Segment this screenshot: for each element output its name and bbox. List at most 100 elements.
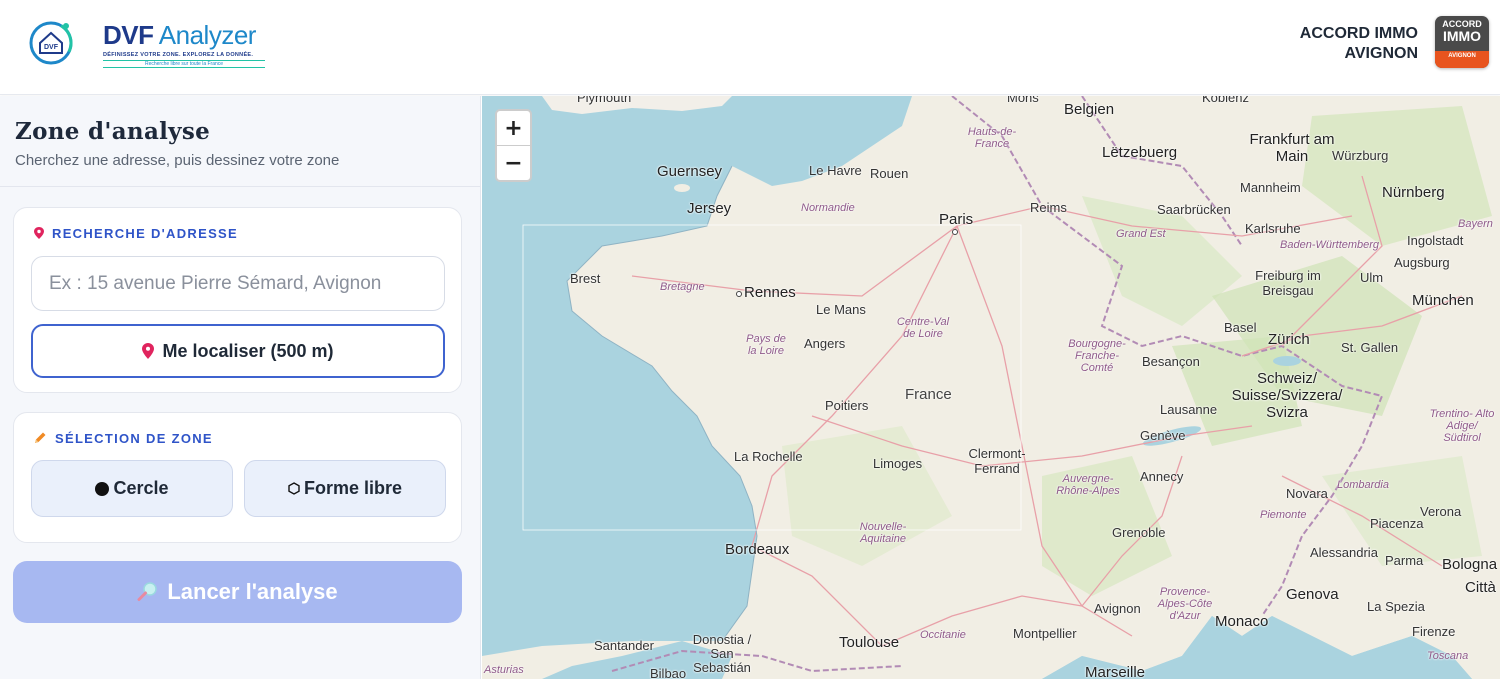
map-label: Donostia / San Sebastián [692, 632, 752, 675]
zoom-control: + − [495, 109, 532, 182]
map-label: Hauts-de-France [967, 126, 1017, 150]
map-label: La Rochelle [734, 449, 803, 464]
map-label: Koblenz [1202, 96, 1249, 105]
map-label: Le Mans [816, 302, 866, 317]
map-label: Reims [1030, 200, 1067, 215]
map-label: Le Havre [809, 163, 862, 178]
map-label: Guernsey [657, 163, 723, 180]
map-label: Besançon [1142, 354, 1200, 369]
zoom-in-button[interactable]: + [497, 111, 530, 146]
map-label: Toulouse [839, 634, 900, 651]
map-label: Lombardia [1337, 479, 1389, 491]
map-view[interactable]: + − Plymouth Guernsey Jersey Brest Breta… [482, 96, 1500, 679]
hexagon-icon [288, 482, 300, 495]
map-label: Rennes [744, 284, 796, 301]
map-label: Firenze [1412, 624, 1456, 639]
pin-icon [34, 227, 44, 242]
map-label: Basel [1224, 320, 1257, 335]
launch-analysis-label: Lancer l'analyse [167, 579, 338, 604]
map-label: La Spezia [1367, 599, 1425, 614]
agency-name: ACCORD IMMO AVIGNON [1299, 25, 1418, 62]
zone-circle-label: Cercle [113, 478, 169, 498]
locate-me-button[interactable]: Me localiser (500 m) [31, 324, 445, 378]
zoom-out-button[interactable]: − [497, 146, 530, 180]
map-label: Asturias [484, 664, 524, 676]
map-label: Bourgogne-Franche-Comté [1068, 338, 1126, 374]
map-label: Ingolstadt [1407, 233, 1464, 248]
map-label: Mons [1007, 96, 1039, 105]
map-label: Grand Est [1116, 228, 1166, 240]
launch-analysis-button[interactable]: Lancer l'analyse [13, 561, 462, 623]
map-label: Occitanie [920, 629, 966, 641]
app-logo[interactable]: DVF Analyzer DÉFINISSEZ VOTRE ZONE. EXPL… [103, 22, 273, 68]
map-label: Santander [594, 638, 654, 653]
map-label: Baden-Württemberg [1280, 239, 1380, 251]
zone-section-label: SÉLECTION DE ZONE [34, 431, 213, 447]
map-label: Frankfurt am Main [1249, 131, 1335, 165]
map-label: Saarbrücken [1157, 202, 1231, 217]
map-label: Annecy [1140, 469, 1184, 484]
map-label: Novara [1286, 486, 1328, 501]
sidebar-subtitle: Cherchez une adresse, puis dessinez votr… [15, 152, 340, 169]
map-label: Auvergne- Rhône-Alpes [1056, 473, 1120, 497]
zone-circle-button[interactable]: Cercle [31, 460, 233, 517]
zone-freeform-label: Forme libre [303, 478, 403, 498]
map-label: Piemonte [1260, 509, 1307, 521]
map-label: Plymouth [577, 96, 632, 105]
sidebar-header: Zone d'analyse Cherchez une adresse, pui… [0, 96, 481, 187]
map-label: Paris [939, 211, 974, 228]
circle-icon [95, 481, 110, 496]
logo-tagline: DÉFINISSEZ VOTRE ZONE. EXPLOREZ LA DONNÉ… [103, 52, 254, 58]
map-label: Grenoble [1112, 525, 1166, 540]
map-label: Genova [1286, 586, 1339, 603]
map-label: Marseille [1085, 664, 1146, 679]
map-label: Nürnberg [1382, 184, 1445, 201]
agency-badge-logo: ACCORD IMMO AVIGNON [1435, 16, 1489, 68]
map-label: München [1412, 292, 1474, 309]
locate-me-label: Me localiser (500 m) [162, 340, 334, 361]
map-label: Jersey [687, 200, 732, 217]
map-label: Schweiz/ Suisse/Svizzera/ Svizra [1231, 370, 1343, 421]
map-label: France [905, 386, 952, 403]
map-label: Monaco [1215, 613, 1269, 630]
map-label: Angers [804, 336, 846, 351]
map-label: Centre-Val de Loire [896, 316, 950, 340]
sidebar-title: Zone d'analyse [15, 118, 211, 145]
map-label: Parma [1385, 553, 1424, 568]
map-label: Limoges [873, 456, 923, 471]
map-label: Città [1465, 579, 1496, 596]
map-label: Karlsruhe [1245, 221, 1301, 236]
map-label: Bordeaux [725, 541, 790, 558]
zone-selection-card: SÉLECTION DE ZONE Cercle Forme libre [13, 412, 462, 543]
address-search-input[interactable] [31, 256, 445, 311]
address-search-card: RECHERCHE D'ADRESSE Me localiser (500 m) [13, 207, 462, 393]
map-label: Poitiers [825, 398, 869, 413]
zone-freeform-button[interactable]: Forme libre [244, 460, 446, 517]
map-label: Montpellier [1013, 626, 1077, 641]
city-marker [952, 229, 958, 235]
map-label: Bologna [1442, 556, 1498, 573]
map-label: Normandie [801, 202, 855, 214]
map-label: Bretagne [660, 281, 705, 293]
app-logo-icon[interactable]: DVF [28, 20, 74, 66]
pencil-icon [34, 431, 47, 447]
logo-title: DVF Analyzer [103, 20, 256, 50]
map-label: Genève [1140, 428, 1186, 443]
map-label: Toscana [1427, 650, 1469, 662]
map-label: St. Gallen [1341, 340, 1399, 355]
map-label: Zürich [1268, 331, 1310, 348]
map-label: Rouen [870, 166, 909, 181]
map-label: Piacenza [1370, 516, 1424, 531]
map-label: Freiburg im Breisgau [1255, 268, 1321, 298]
map-label: Trentino- Alto Adige/ Südtirol [1429, 408, 1495, 444]
map-label: Nouvelle- Aquitaine [859, 521, 907, 545]
map-label: Provence- Alpes-Côte d'Azur [1157, 586, 1213, 622]
city-marker [736, 291, 742, 297]
map-label: Avignon [1094, 601, 1141, 616]
map-label: Pays de la Loire [746, 333, 786, 357]
map-label: Bayern [1458, 218, 1493, 230]
address-section-label: RECHERCHE D'ADRESSE [34, 226, 238, 242]
map-label: Clermont- Ferrand [968, 446, 1026, 476]
map-label: Augsburg [1394, 255, 1450, 270]
magnifier-icon [137, 582, 159, 602]
